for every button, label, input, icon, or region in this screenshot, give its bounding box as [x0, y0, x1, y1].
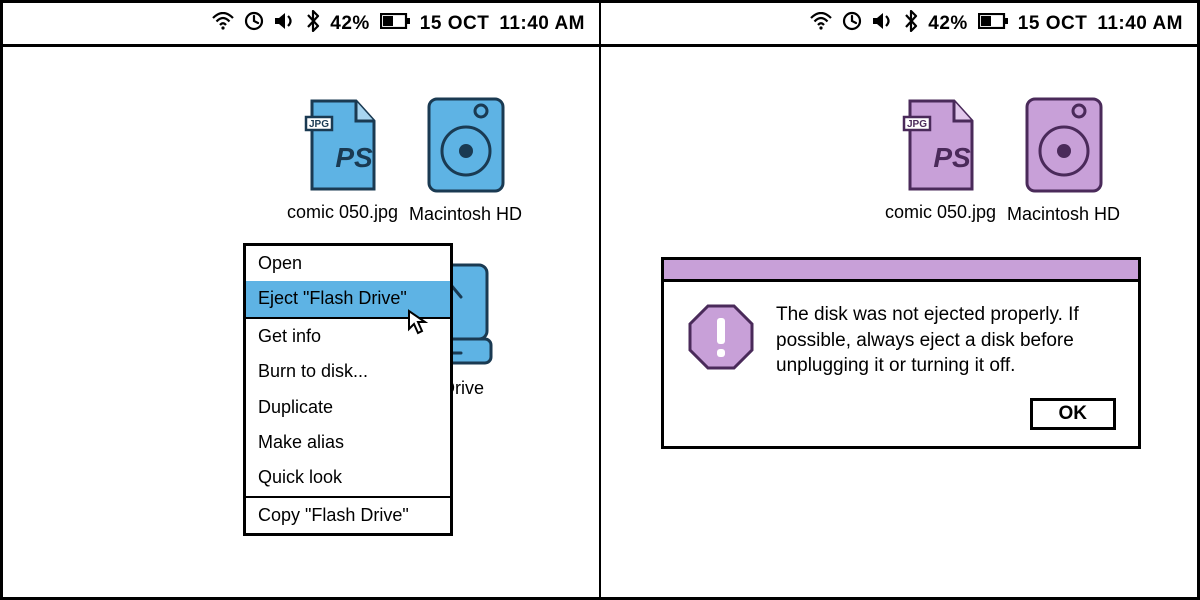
- error-dialog: The disk was not ejected properly. If po…: [661, 257, 1141, 449]
- ctx-open[interactable]: Open: [246, 246, 450, 281]
- hd-icon[interactable]: Macintosh HD: [409, 97, 522, 225]
- hd-icon[interactable]: Macintosh HD: [1007, 97, 1120, 225]
- battery-icon: [978, 13, 1008, 35]
- panel-left: 42% 15 OCT 11:40 AM JPG PS comic 050.jpg: [0, 0, 600, 600]
- battery-pct: 42%: [928, 13, 968, 35]
- status-date: 15 OCT: [420, 13, 490, 35]
- file-label: comic 050.jpg: [885, 202, 996, 223]
- status-bar: 42% 15 OCT 11:40 AM: [3, 3, 599, 47]
- ctx-copy[interactable]: Copy "Flash Drive": [246, 496, 450, 533]
- ok-button[interactable]: OK: [1030, 398, 1117, 430]
- battery-icon: [380, 13, 410, 35]
- clock-icon: [842, 11, 862, 37]
- clock-icon: [244, 11, 264, 37]
- panel-right: 42% 15 OCT 11:40 AM JPG PS comic 050.jpg: [600, 0, 1200, 600]
- volume-icon: [872, 12, 894, 36]
- wifi-icon: [810, 12, 832, 36]
- desktop-left[interactable]: JPG PS comic 050.jpg Macintosh HD: [3, 47, 599, 597]
- document-icon: JPG PS: [304, 99, 382, 196]
- dialog-titlebar[interactable]: [664, 260, 1138, 282]
- svg-text:PS: PS: [933, 142, 971, 173]
- desktop-right[interactable]: JPG PS comic 050.jpg Macintosh HD: [601, 47, 1197, 597]
- ctx-duplicate[interactable]: Duplicate: [246, 390, 450, 425]
- bluetooth-icon: [306, 10, 320, 38]
- hd-label: Macintosh HD: [409, 204, 522, 225]
- cursor-icon: [407, 309, 429, 331]
- status-time: 11:40 AM: [1097, 13, 1183, 35]
- ctx-alias[interactable]: Make alias: [246, 425, 450, 460]
- dialog-message: The disk was not ejected properly. If po…: [776, 302, 1116, 380]
- svg-text:JPG: JPG: [309, 119, 329, 130]
- ctx-burn[interactable]: Burn to disk...: [246, 354, 450, 389]
- status-bar: 42% 15 OCT 11:40 AM: [601, 3, 1197, 47]
- status-time: 11:40 AM: [499, 13, 585, 35]
- file-icon-comic[interactable]: JPG PS comic 050.jpg: [287, 99, 398, 223]
- volume-icon: [274, 12, 296, 36]
- file-label: comic 050.jpg: [287, 202, 398, 223]
- status-date: 15 OCT: [1018, 13, 1088, 35]
- bluetooth-icon: [904, 10, 918, 38]
- ctx-quicklook[interactable]: Quick look: [246, 460, 450, 495]
- svg-text:PS: PS: [335, 142, 373, 173]
- hd-label: Macintosh HD: [1007, 204, 1120, 225]
- wifi-icon: [212, 12, 234, 36]
- battery-pct: 42%: [330, 13, 370, 35]
- context-menu: Open Eject "Flash Drive" Get info Burn t…: [243, 243, 453, 536]
- file-icon-comic[interactable]: JPG PS comic 050.jpg: [885, 99, 996, 223]
- harddrive-icon: [1023, 97, 1105, 198]
- document-icon: JPG PS: [902, 99, 980, 196]
- harddrive-icon: [425, 97, 507, 198]
- warning-icon: [686, 302, 756, 380]
- svg-text:JPG: JPG: [907, 119, 927, 130]
